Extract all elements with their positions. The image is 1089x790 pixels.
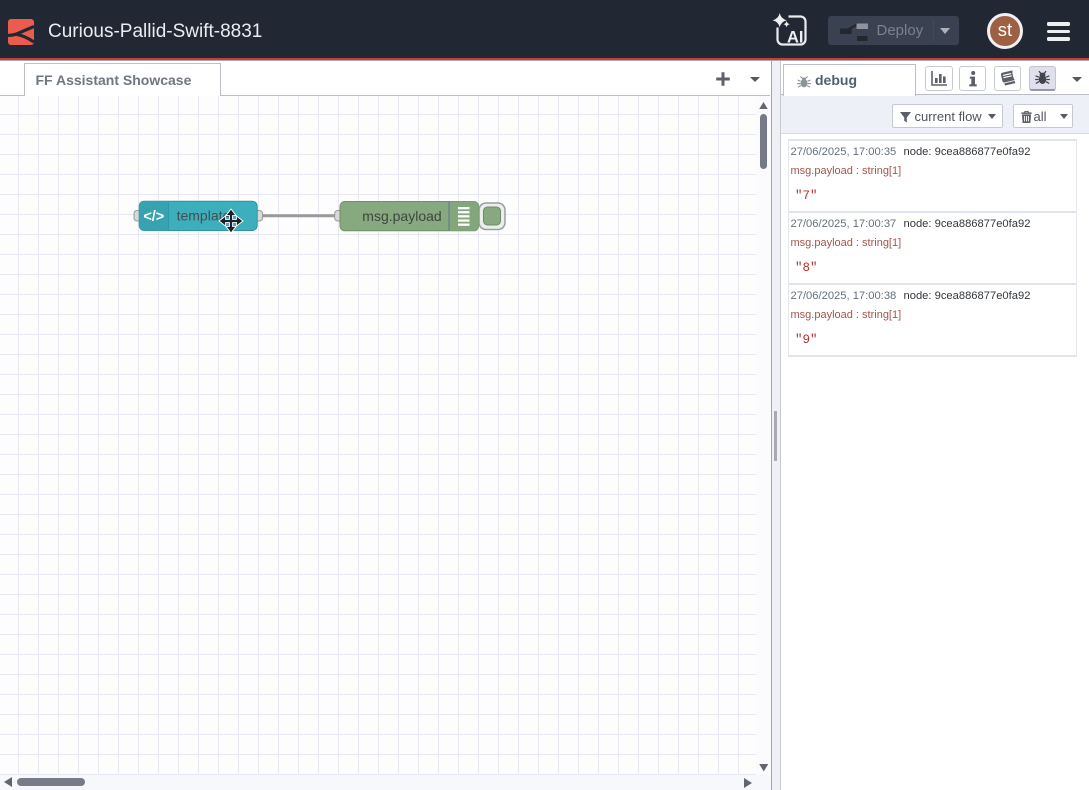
svg-text:AI: AI (787, 29, 804, 47)
svg-text:msg.payload: msg.payload (362, 208, 441, 224)
svg-text:</>: </> (143, 209, 164, 225)
